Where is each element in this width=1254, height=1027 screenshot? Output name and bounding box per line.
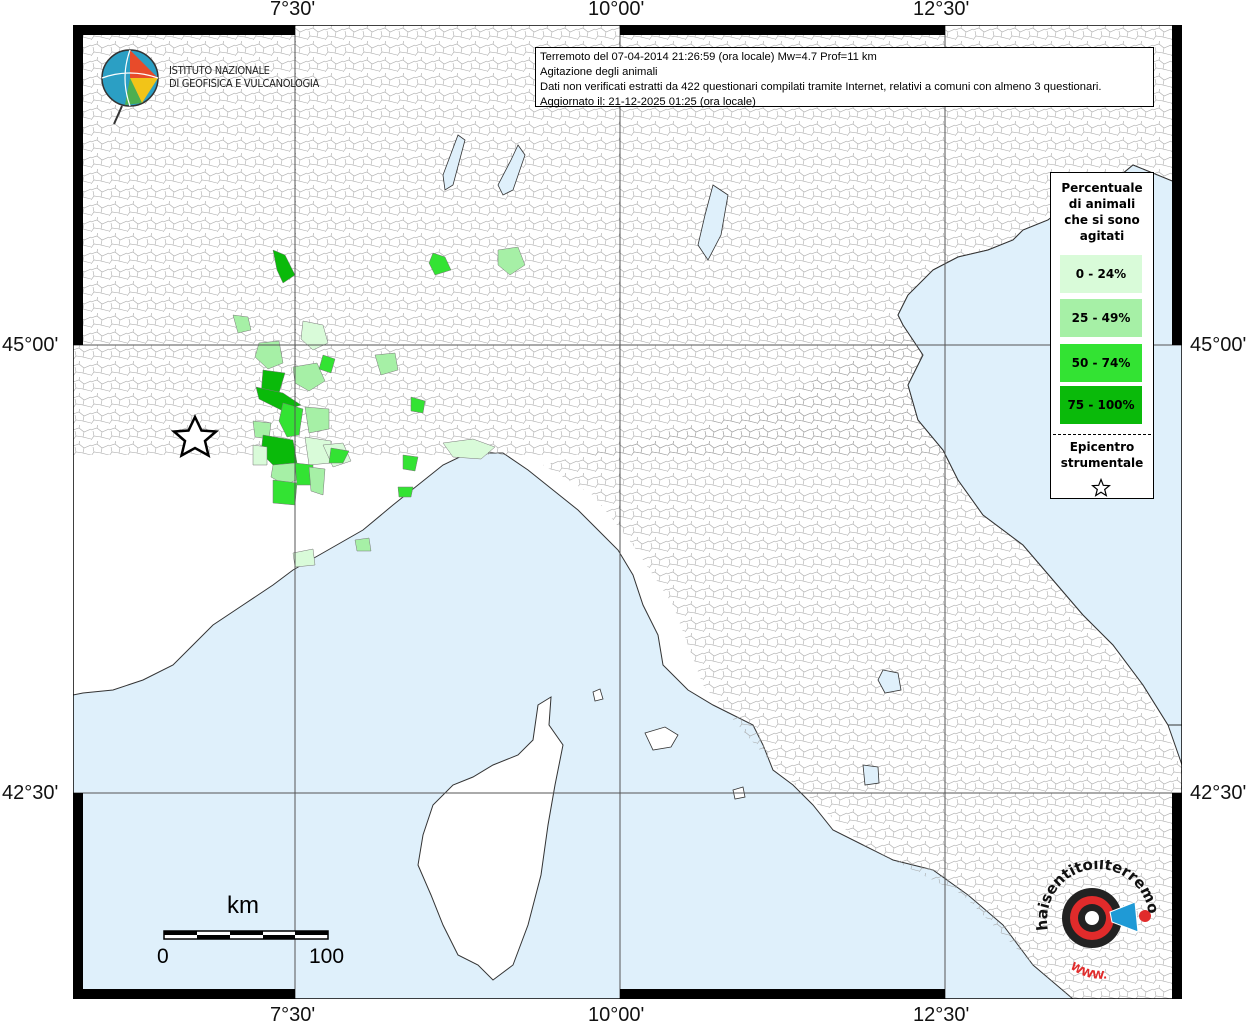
legend-title-line-3: che si sono <box>1064 213 1140 227</box>
legend-epicenter-line-1: Epicentro <box>1069 440 1135 454</box>
hai-sentito-badge-icon[interactable]: haisentitoilterremoto.it WWW. <box>1030 860 1170 985</box>
ingv-logo-icon <box>101 49 159 125</box>
event-title: Terremoto del 07-04-2014 21:26:59 (ora l… <box>540 51 877 63</box>
legend-star-icon <box>1091 478 1111 497</box>
legend-epicenter-line-2: strumentale <box>1060 456 1144 470</box>
top-tick-label-2: 10°00' <box>588 0 645 20</box>
map-canvas[interactable] <box>73 25 1182 999</box>
update-time: Aggiornato il: 21-12-2025 01:25 (ora loc… <box>540 96 756 108</box>
map-subject: Agitazione degli animali <box>540 66 658 78</box>
legend-item-75-100: 75 - 100% <box>1060 386 1142 424</box>
top-tick-label-1: 7°30' <box>270 0 316 20</box>
badge-text-bottom: WWW. <box>1068 960 1107 982</box>
legend-title-line-2: di animali <box>1068 197 1136 211</box>
top-tick-label-3: 12°30' <box>913 0 970 20</box>
logo-line-2: DI GEOFISICA E VULCANOLOGIA <box>169 77 319 90</box>
right-tick-label-2: 42°30' <box>1190 782 1247 804</box>
left-tick-label-2: 42°30' <box>2 782 59 804</box>
legend-title-line-4: agitati <box>1079 229 1125 243</box>
legend-title: Percentuale di animali che si sono agita… <box>1051 180 1153 244</box>
right-tick-label-1: 45°00' <box>1190 334 1247 356</box>
scale-max-label: 100 <box>309 945 345 968</box>
event-info-box: Terremoto del 07-04-2014 21:26:59 (ora l… <box>535 47 1154 108</box>
legend-title-line-1: Percentuale <box>1061 181 1143 195</box>
legend: Percentuale di animali che si sono agita… <box>1050 172 1154 499</box>
ingv-logo-text: ISTITUTO NAZIONALE DI GEOFISICA E VULCAN… <box>169 64 319 90</box>
lake-bolsena <box>862 764 880 786</box>
scale-min-label: 0 <box>157 945 169 968</box>
scale-bar <box>163 930 329 940</box>
legend-item-50-74: 50 - 74% <box>1060 344 1142 382</box>
legend-item-25-49: 25 - 49% <box>1060 299 1142 337</box>
logo-line-1: ISTITUTO NAZIONALE <box>169 64 270 77</box>
legend-epicenter-label: Epicentro strumentale <box>1051 439 1153 471</box>
legend-item-0-24: 0 - 24% <box>1060 255 1142 293</box>
left-tick-label-1: 45°00' <box>2 334 59 356</box>
legend-divider <box>1053 434 1151 435</box>
scale-title: km <box>227 892 259 919</box>
data-note: Dati non verificati estratti da 422 ques… <box>540 81 1102 93</box>
svg-text:WWW.: WWW. <box>1068 960 1107 982</box>
